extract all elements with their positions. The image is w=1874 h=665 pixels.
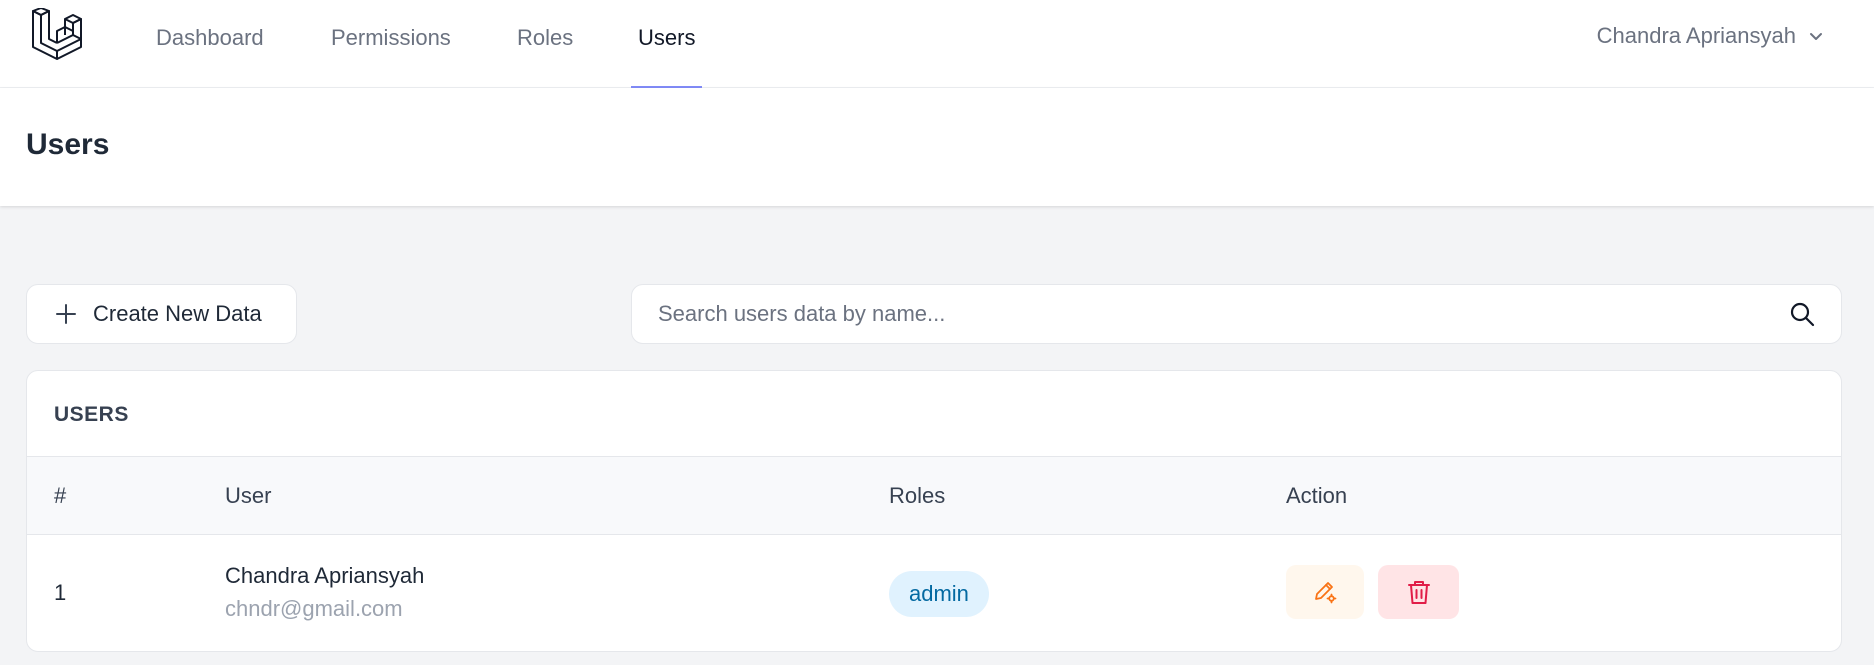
user-email: chndr@gmail.com [225, 596, 403, 621]
table-row: 1 Chandra Apriansyah chndr@gmail.com adm… [27, 535, 1841, 651]
table-header: # User Roles Action [27, 456, 1841, 535]
laravel-logo-icon[interactable] [30, 8, 84, 62]
edit-icon [1315, 582, 1337, 604]
column-header-roles: Roles [889, 483, 946, 508]
delete-button[interactable] [1378, 565, 1459, 619]
edit-button[interactable] [1286, 565, 1364, 619]
column-header-index: # [54, 483, 67, 508]
role-badge: admin [889, 571, 989, 617]
users-table-card: USERS # User Roles Action 1 Chandra Apri… [26, 370, 1842, 652]
row-index: 1 [54, 580, 67, 605]
search-input[interactable] [658, 285, 1758, 343]
nav-users[interactable]: Users [630, 0, 703, 88]
user-name: Chandra Apriansyah [225, 563, 425, 588]
search-icon[interactable] [1789, 301, 1815, 327]
create-button-label: Create New Data [93, 301, 262, 326]
nav-roles[interactable]: Roles [517, 0, 573, 88]
trash-icon [1407, 581, 1430, 604]
user-menu-name: Chandra Apriansyah [1596, 23, 1796, 48]
user-menu-dropdown[interactable]: Chandra Apriansyah [1597, 0, 1824, 72]
top-navigation: Dashboard Permissions Roles Users Chandr… [0, 0, 1874, 88]
create-new-data-button[interactable]: Create New Data [26, 284, 297, 344]
nav-dashboard[interactable]: Dashboard [156, 0, 264, 88]
table-title: USERS [54, 403, 129, 426]
nav-permissions[interactable]: Permissions [331, 0, 451, 88]
page-title: Users [26, 128, 110, 161]
column-header-user: User [225, 483, 272, 508]
search-box [631, 284, 1842, 344]
page-header: Users [0, 88, 1874, 206]
chevron-down-icon [1810, 33, 1822, 40]
column-header-action: Action [1286, 483, 1348, 508]
plus-icon [56, 304, 76, 324]
